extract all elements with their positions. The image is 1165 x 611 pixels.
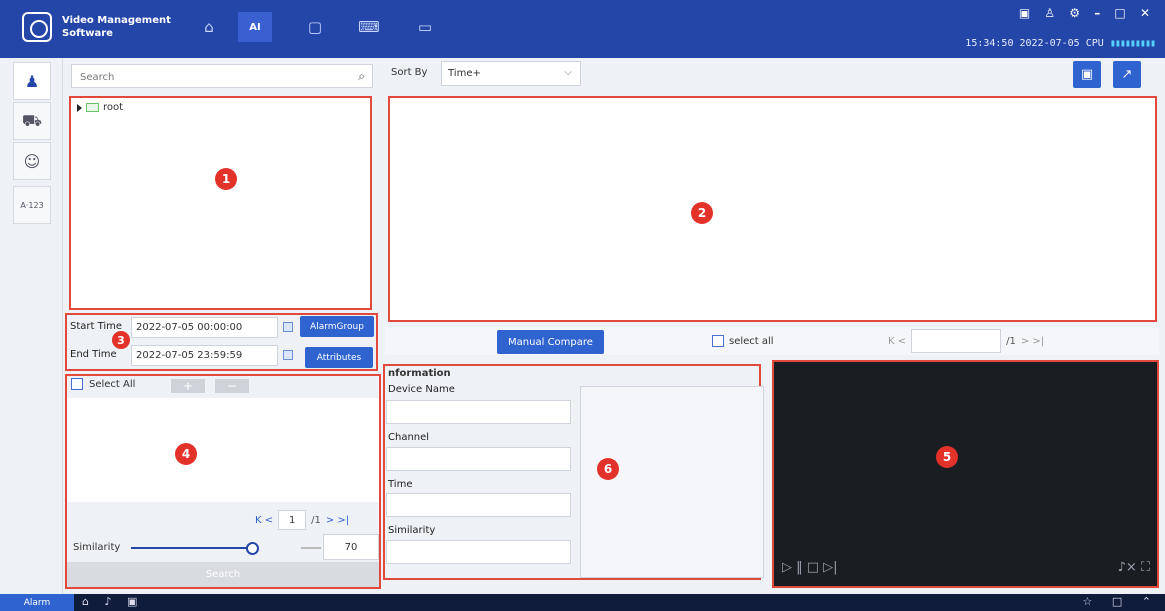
folder-icon xyxy=(86,103,99,112)
expand-arrow-icon[interactable] xyxy=(77,103,82,112)
marker-2: 2 xyxy=(691,202,713,224)
end-time-field[interactable]: 2022-07-05 23:59:59 xyxy=(131,345,278,366)
pager-first-prev[interactable]: K < xyxy=(255,515,273,526)
search-icon[interactable]: ⌕ xyxy=(358,69,365,84)
similarity-slider-rest[interactable] xyxy=(301,547,321,549)
pager-next-last[interactable]: > >| xyxy=(1021,336,1044,347)
similarity-info-label: Similarity xyxy=(388,525,436,536)
information-panel: nformation Device Name Channel Time Simi… xyxy=(383,364,764,580)
attributes-button[interactable]: Attributes xyxy=(305,347,373,368)
similarity-input[interactable]: 70 xyxy=(323,534,379,560)
nav-camera-icon[interactable]: ▢ xyxy=(298,12,332,42)
search-button[interactable]: Search xyxy=(67,562,379,587)
sort-label: Sort By xyxy=(391,67,428,78)
app-title-line2: Software xyxy=(62,28,113,39)
title-bar: Video Management Software ⌂ AI ▢ ⌨ ▭ ▣ ♙… xyxy=(0,0,1165,58)
cpu-label: CPU xyxy=(1085,38,1104,49)
nav-ai-icon[interactable]: AI xyxy=(238,12,272,42)
marker-5: 5 xyxy=(936,446,958,468)
rail-vehicle-icon[interactable]: ⛟ xyxy=(13,102,51,140)
status-right-icons[interactable]: ☆ □ ⌃ xyxy=(1083,595,1159,608)
marker-3: 3 xyxy=(112,331,130,349)
start-time-label: Start Time xyxy=(70,321,123,332)
target-select-all[interactable]: Select All xyxy=(71,378,135,390)
chevron-down-icon: ⌵ xyxy=(564,67,572,78)
similarity-row: Similarity 70 xyxy=(73,534,379,560)
target-page-input[interactable]: 1 xyxy=(278,510,307,530)
clock-text: 15:34:50 2022-07-05 xyxy=(965,38,1080,49)
rail-person-icon[interactable]: ♟ xyxy=(13,62,51,100)
save-button[interactable]: ▣ xyxy=(1073,61,1101,88)
target-list-panel: Select All + − 4 K < 1 /1 > >| Similarit… xyxy=(65,374,381,589)
cpu-meter: ▮▮▮▮▮▮▮▮▮ xyxy=(1109,38,1156,49)
calendar-icon[interactable] xyxy=(283,350,293,360)
target-pager: K < 1 /1 > >| xyxy=(255,510,349,530)
similarity-slider-handle[interactable] xyxy=(245,542,259,555)
channel-label: Channel xyxy=(388,432,430,443)
search-input[interactable] xyxy=(78,68,352,86)
rail-face-icon[interactable]: ☺ xyxy=(13,142,51,180)
similarity-label: Similarity xyxy=(73,542,121,553)
window-controls[interactable]: ▣ ♙ ⚙ – □ ✕ xyxy=(1019,6,1155,20)
time-field[interactable] xyxy=(386,493,571,517)
add-target-button[interactable]: + xyxy=(171,379,205,393)
video-player: 5 ▷ ‖ □ ▷| ♪× ⛶ xyxy=(772,360,1159,588)
target-select-all-label: Select All xyxy=(89,378,136,390)
rail-plate-icon[interactable]: A·123 xyxy=(13,186,51,224)
device-name-label: Device Name xyxy=(388,384,455,395)
remove-target-button[interactable]: − xyxy=(215,379,249,393)
device-name-field[interactable] xyxy=(386,400,571,424)
search-box: ⌕ xyxy=(71,64,373,88)
alarm-group-button[interactable]: AlarmGroup xyxy=(300,316,374,337)
target-list: 4 xyxy=(67,398,379,502)
status-bar: Alarm ⌂ ♪ ▣ ☆ □ ⌃ xyxy=(0,594,1165,611)
marker-1: 1 xyxy=(215,168,237,190)
alarm-button[interactable]: Alarm xyxy=(0,594,74,611)
pager-next-last[interactable]: > >| xyxy=(326,515,349,526)
select-all-label: select all xyxy=(729,335,774,347)
calendar-icon[interactable] xyxy=(283,322,293,332)
nav-display-icon[interactable]: ▭ xyxy=(408,12,442,42)
time-filter: Start Time 2022-07-05 00:00:00 AlarmGrou… xyxy=(65,313,378,371)
manual-compare-button[interactable]: Manual Compare xyxy=(497,330,604,354)
device-tree-panel: root 1 xyxy=(69,96,372,310)
sort-value: Time+ xyxy=(448,68,481,79)
similarity-slider-track[interactable] xyxy=(131,547,252,549)
similarity-info-field[interactable] xyxy=(386,540,571,564)
target-select-all-checkbox[interactable] xyxy=(71,378,83,390)
time-label: Time xyxy=(388,479,413,490)
export-button[interactable]: ↗ xyxy=(1113,61,1141,88)
pager-first-prev[interactable]: K < xyxy=(888,336,906,347)
nav-home-icon[interactable]: ⌂ xyxy=(192,12,226,42)
mute-fullscreen-controls[interactable]: ♪× ⛶ xyxy=(1118,560,1150,575)
select-all-checkbox[interactable] xyxy=(712,335,724,347)
app-title: Video Management Software xyxy=(62,14,171,40)
results-pager: K < /1 > >| xyxy=(888,329,1044,353)
select-all-results[interactable]: select all xyxy=(712,335,774,347)
target-page-total: /1 xyxy=(311,514,321,526)
nav-keyboard-icon[interactable]: ⌨ xyxy=(352,12,386,42)
snapshot-image xyxy=(580,386,764,578)
mode-rail: ♟ ⛟ ☺ A·123 xyxy=(0,58,63,594)
marker-4: 4 xyxy=(175,443,197,465)
sort-select[interactable]: Time+ ⌵ xyxy=(441,61,581,86)
clock-cpu: 15:34:50 2022-07-05 CPU ▮▮▮▮▮▮▮▮▮ xyxy=(965,38,1156,49)
search-results-panel: 2 xyxy=(388,96,1157,322)
app-title-line1: Video Management xyxy=(62,15,171,26)
marker-6: 6 xyxy=(597,458,619,480)
status-icons[interactable]: ⌂ ♪ ▣ xyxy=(82,595,143,608)
information-header: nformation xyxy=(388,368,451,379)
video-controls: ▷ ‖ □ ▷| ♪× ⛶ xyxy=(782,560,1150,580)
tree-root-node[interactable]: root xyxy=(77,102,123,113)
end-time-label: End Time xyxy=(70,349,117,360)
results-page-input[interactable] xyxy=(911,329,1002,353)
playback-controls[interactable]: ▷ ‖ □ ▷| xyxy=(782,560,838,575)
start-time-field[interactable]: 2022-07-05 00:00:00 xyxy=(131,317,278,338)
channel-field[interactable] xyxy=(386,447,571,471)
results-page-total: /1 xyxy=(1006,335,1016,347)
tree-root-label: root xyxy=(103,102,124,113)
app-logo-icon xyxy=(22,12,52,42)
